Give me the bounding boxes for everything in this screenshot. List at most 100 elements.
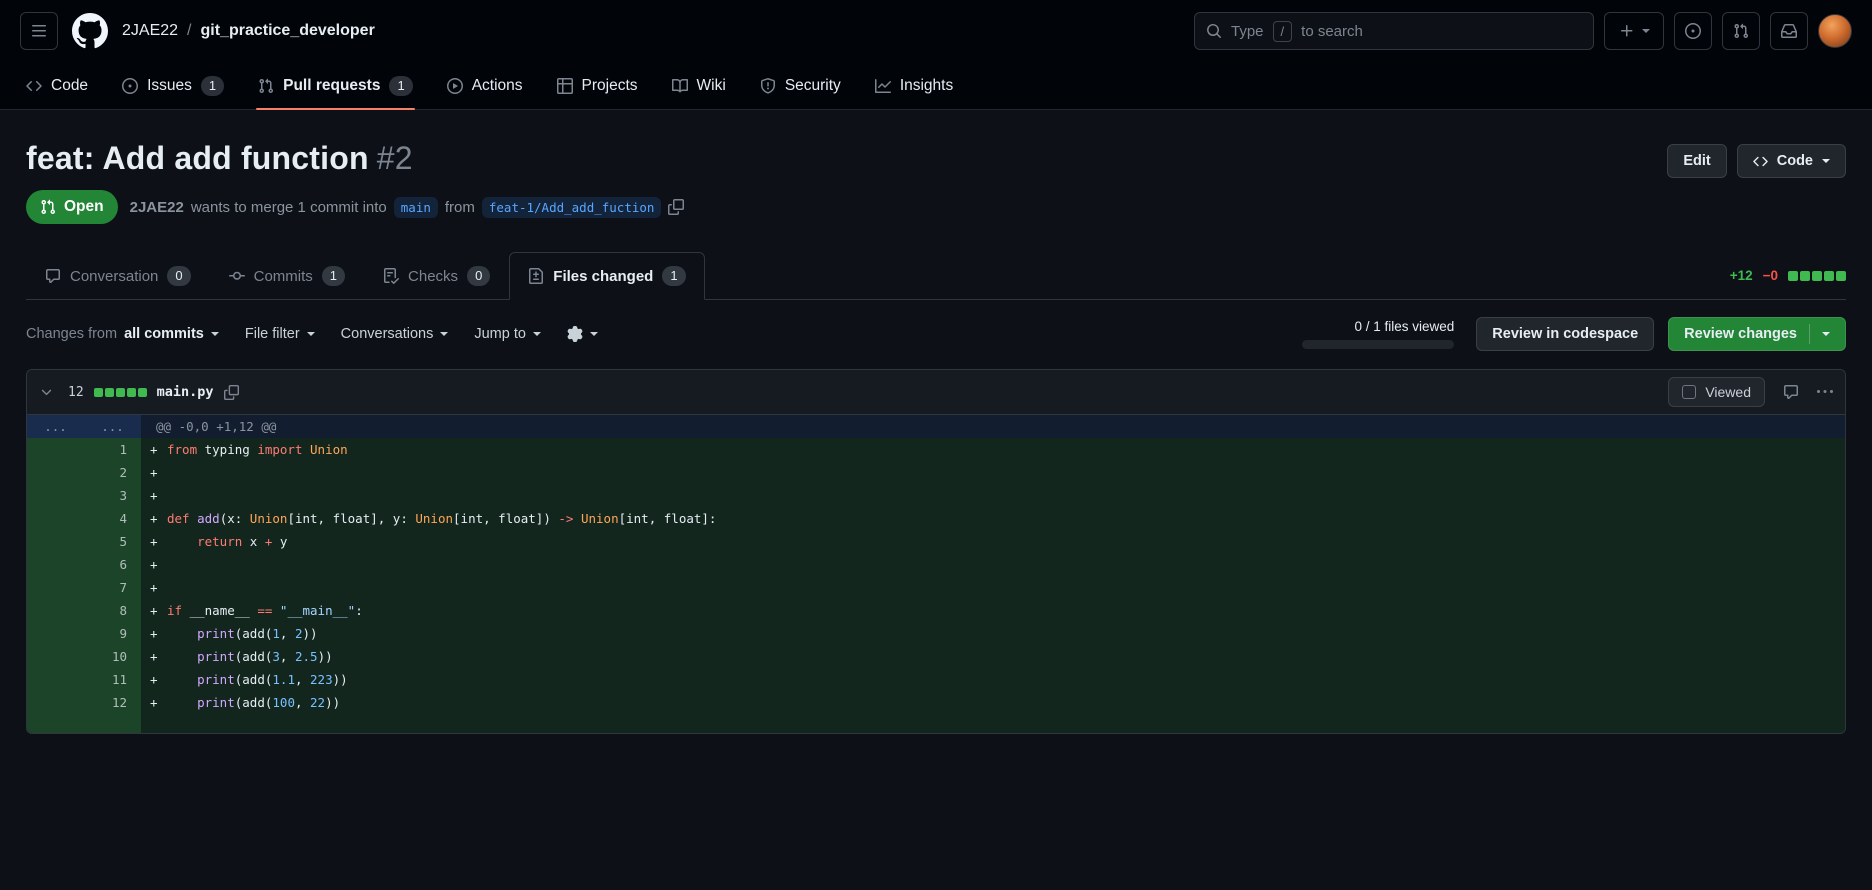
old-line-gutter[interactable] [27, 668, 84, 691]
diff-line: 2 + [27, 461, 1845, 484]
file-options-kebab[interactable] [1817, 384, 1833, 400]
diffstat-block [137, 387, 147, 397]
file-filter-dropdown[interactable]: File filter [245, 326, 315, 342]
old-line-gutter[interactable] [27, 599, 84, 622]
diff-line: 6 + [27, 553, 1845, 576]
tab-files-changed[interactable]: Files changed 1 [509, 252, 705, 300]
file-header: 12 main.py Viewed [27, 370, 1845, 415]
diff-code-cell: + [141, 553, 1845, 576]
old-line-gutter[interactable] [27, 530, 84, 553]
issues-dashboard-button[interactable] [1674, 12, 1712, 50]
collapse-file-chevron[interactable] [39, 385, 54, 400]
pull-requests-count-badge: 1 [389, 75, 413, 96]
file-change-count: 12 [68, 384, 84, 400]
old-line-gutter[interactable] [27, 553, 84, 576]
viewed-toggle[interactable]: Viewed [1668, 377, 1765, 407]
new-line-number[interactable]: 4 [84, 507, 141, 530]
hunk-gutter-new: ... [84, 415, 141, 438]
breadcrumb-repo[interactable]: git_practice_developer [201, 22, 375, 40]
diff-code-cell: + from typing import Union [141, 438, 1845, 461]
new-line-number[interactable]: 2 [84, 461, 141, 484]
new-line-number[interactable]: 8 [84, 599, 141, 622]
old-line-gutter[interactable] [27, 576, 84, 599]
git-pull-request-icon [40, 199, 56, 215]
issue-opened-icon [122, 77, 139, 94]
tab-commits[interactable]: Commits 1 [210, 252, 364, 300]
plus-icon [1619, 23, 1635, 39]
new-line-number[interactable]: 3 [84, 484, 141, 507]
addition-sign: + [150, 695, 158, 710]
nav-wiki[interactable]: Wiki [660, 62, 738, 109]
old-line-gutter[interactable] [27, 691, 84, 714]
hunk-header-row: ... ... @@ -0,0 +1,12 @@ [27, 415, 1845, 438]
hamburger-button[interactable] [20, 12, 58, 50]
jump-to-dropdown[interactable]: Jump to [474, 326, 541, 342]
nav-code[interactable]: Code [14, 62, 100, 109]
github-pr-page: 2JAE22 / git_practice_developer Type / t… [0, 0, 1872, 890]
viewed-checkbox[interactable] [1682, 385, 1697, 399]
code-icon [1752, 154, 1768, 169]
conversations-dropdown[interactable]: Conversations [341, 326, 449, 342]
old-line-gutter[interactable] [27, 461, 84, 484]
new-line-number[interactable]: 5 [84, 530, 141, 553]
diff-settings-dropdown[interactable] [567, 326, 598, 342]
search-placeholder-prefix: Type [1231, 22, 1264, 40]
diff-line: 5 + return x + y [27, 530, 1845, 553]
new-line-number[interactable]: 12 [84, 691, 141, 714]
button-divider [1809, 324, 1810, 344]
hunk-text: @@ -0,0 +1,12 @@ [141, 415, 1845, 438]
diff-code-cell: + return x + y [141, 530, 1845, 553]
new-line-number[interactable]: 10 [84, 645, 141, 668]
diff-line: 1 + from typing import Union [27, 438, 1845, 461]
nav-projects[interactable]: Projects [545, 62, 650, 109]
new-line-number[interactable]: 9 [84, 622, 141, 645]
checklist-icon [383, 268, 400, 284]
commits-count-badge: 1 [321, 266, 346, 286]
pull-requests-dashboard-button[interactable] [1722, 12, 1760, 50]
nav-actions[interactable]: Actions [435, 62, 535, 109]
nav-security[interactable]: Security [748, 62, 853, 109]
old-line-gutter[interactable] [27, 484, 84, 507]
addition-sign: + [150, 488, 158, 503]
merge-description: 2JAE22 wants to merge 1 commit into main… [130, 196, 685, 218]
new-line-number[interactable]: 11 [84, 668, 141, 691]
head-branch-label[interactable]: feat-1/Add_add_fuction [481, 196, 662, 218]
base-branch-label[interactable]: main [393, 196, 438, 218]
caret-down-icon [1822, 332, 1830, 336]
diff-toolbar-right: 0 / 1 files viewed Review in codespace R… [1302, 317, 1846, 351]
new-line-number[interactable]: 6 [84, 553, 141, 576]
create-new-button[interactable] [1604, 12, 1664, 50]
diff-code-cell: + [141, 484, 1845, 507]
copy-file-path-button[interactable] [223, 384, 239, 400]
tab-conversation[interactable]: Conversation 0 [26, 252, 210, 300]
review-changes-button[interactable]: Review changes [1668, 317, 1846, 351]
file-comment-button[interactable] [1783, 384, 1799, 400]
comment-icon [45, 268, 61, 284]
copy-branch-button[interactable] [668, 199, 685, 215]
new-line-number[interactable]: 7 [84, 576, 141, 599]
file-name: main.py [156, 384, 214, 400]
review-in-codespace-button[interactable]: Review in codespace [1476, 317, 1655, 351]
old-line-gutter[interactable] [27, 438, 84, 461]
nav-issues[interactable]: Issues 1 [110, 62, 236, 109]
old-line-gutter[interactable] [27, 507, 84, 530]
code-dropdown-button[interactable]: Code [1736, 144, 1846, 178]
pr-author-link[interactable]: 2JAE22 [130, 199, 184, 216]
nav-pull-requests[interactable]: Pull requests 1 [246, 62, 425, 110]
tab-checks[interactable]: Checks 0 [364, 252, 509, 300]
edit-button[interactable]: Edit [1667, 144, 1727, 178]
global-search-input[interactable]: Type / to search [1194, 12, 1594, 50]
nav-insights[interactable]: Insights [863, 62, 965, 109]
nav-label: Security [784, 76, 841, 94]
breadcrumb-owner[interactable]: 2JAE22 [122, 22, 178, 40]
addition-sign: + [150, 534, 158, 549]
old-line-gutter[interactable] [27, 622, 84, 645]
new-line-number[interactable]: 1 [84, 438, 141, 461]
github-logo[interactable] [72, 13, 108, 49]
inbox-button[interactable] [1770, 12, 1808, 50]
user-avatar[interactable] [1818, 14, 1852, 48]
code-icon [26, 78, 42, 94]
changes-from-dropdown[interactable]: Changes from all commits [26, 326, 219, 342]
old-line-gutter[interactable] [27, 645, 84, 668]
shield-icon [760, 77, 776, 94]
